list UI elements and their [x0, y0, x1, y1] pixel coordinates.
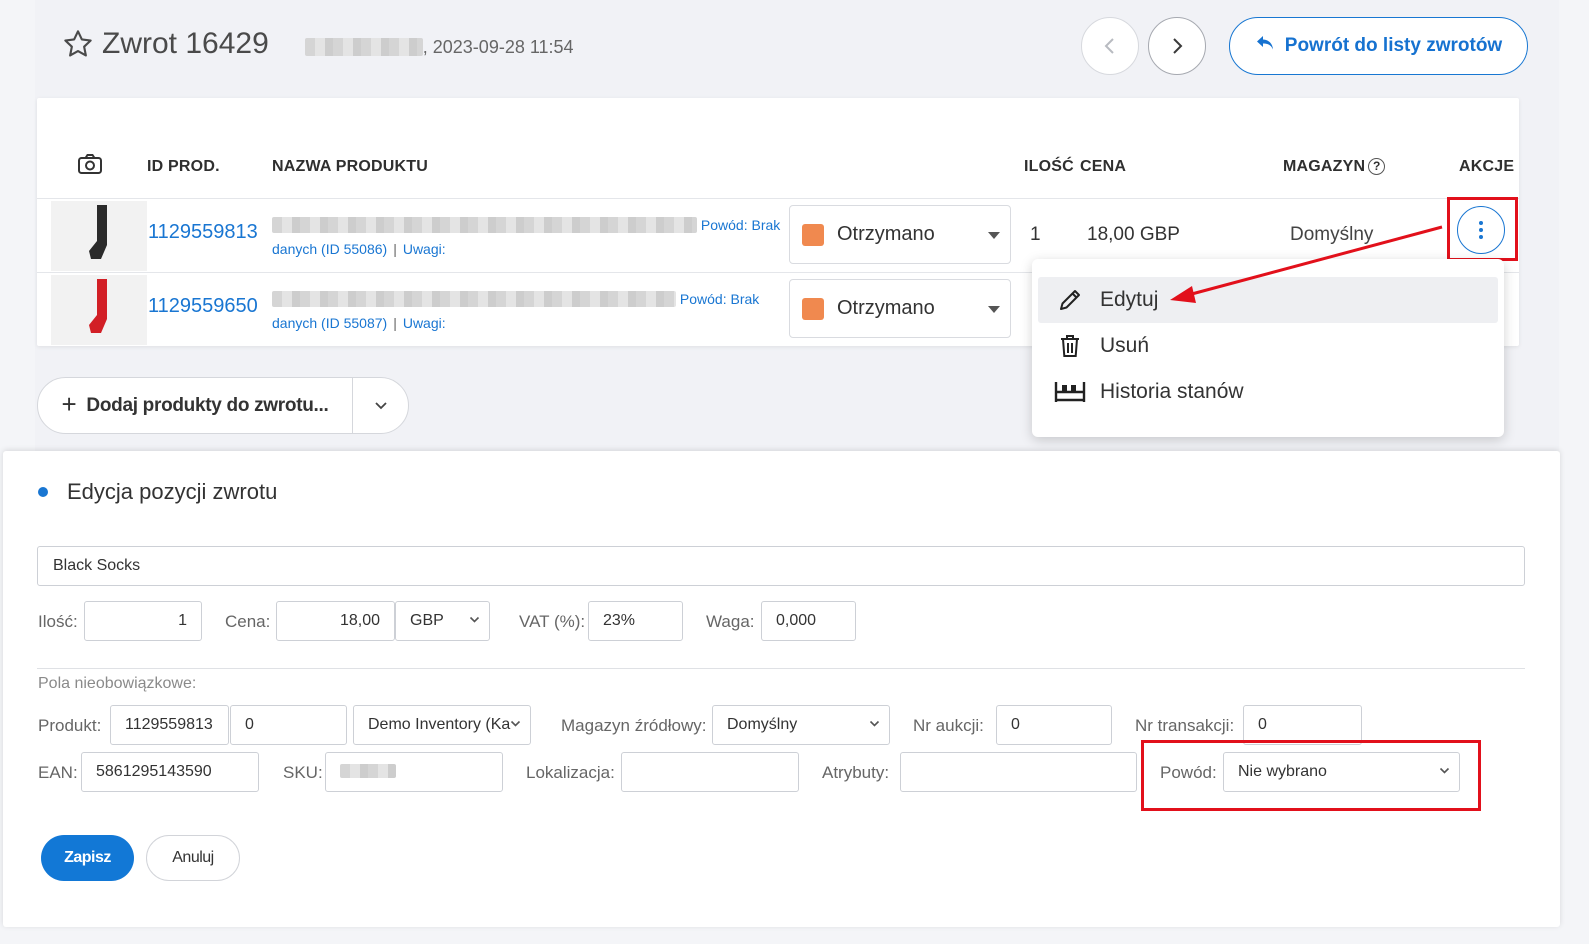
product-name: Powód: Brak danych (ID 55087) | Uwagi:	[272, 291, 760, 331]
warehouse-cell: Domyślny	[1290, 224, 1374, 245]
weight-input[interactable]: 0,000	[761, 601, 856, 641]
divider	[37, 668, 1525, 669]
product-thumbnail[interactable]	[51, 275, 147, 345]
blurred-sku	[340, 764, 396, 778]
attributes-input[interactable]	[900, 752, 1137, 792]
column-qty: ILOŚĆ	[1024, 158, 1074, 175]
price-label: Cena:	[225, 612, 271, 631]
product-id-link[interactable]: 1129559813	[148, 221, 258, 244]
highlight-box-actions	[1447, 197, 1518, 261]
ean-input[interactable]: 5861295143590	[81, 752, 259, 792]
edit-item-panel: Edycja pozycji zwrotu Black Socks Ilość:…	[3, 451, 1560, 927]
menu-item-history[interactable]: Historia stanów	[1038, 369, 1498, 415]
price-cell: 18,00 GBP	[1087, 224, 1180, 245]
save-button[interactable]: Zapisz	[41, 835, 134, 881]
currency-select[interactable]: GBP	[395, 601, 490, 641]
menu-item-delete[interactable]: Usuń	[1038, 323, 1498, 369]
next-button[interactable]	[1148, 17, 1206, 75]
location-label: Lokalizacja:	[526, 763, 615, 782]
history-icon	[1052, 380, 1088, 404]
source-warehouse-label: Magazyn źródłowy:	[561, 716, 707, 735]
vat-input[interactable]: 23%	[588, 601, 683, 641]
transaction-input[interactable]: 0	[1243, 705, 1362, 745]
auction-input[interactable]: 0	[996, 705, 1112, 745]
product-name-input[interactable]: Black Socks	[37, 546, 1525, 586]
reply-arrow-icon	[1255, 34, 1275, 58]
quantity-cell: 1	[1030, 224, 1041, 245]
page-title: Zwrot 16429	[102, 27, 269, 60]
blurred-customer	[304, 38, 423, 56]
chevron-down-icon	[510, 720, 521, 727]
back-to-list-button[interactable]: Powrót do listy zwrotów	[1229, 17, 1528, 75]
add-products-dropdown-toggle[interactable]	[353, 401, 408, 410]
star-icon[interactable]	[62, 28, 94, 60]
status-select[interactable]: Otrzymano	[789, 279, 1011, 338]
source-warehouse-select[interactable]: Domyślny	[712, 705, 890, 745]
sock-image	[89, 205, 107, 259]
product-thumbnail[interactable]	[51, 201, 147, 271]
product-label: Produkt:	[38, 716, 102, 735]
location-input[interactable]	[621, 752, 799, 792]
optional-fields-label: Pola nieobowiązkowe:	[38, 675, 197, 692]
menu-item-edit[interactable]: Edytuj	[1038, 277, 1498, 323]
blurred-product-name	[272, 217, 697, 233]
add-products-button-group: + Dodaj produkty do zwrotu...	[37, 377, 409, 434]
column-name: NAZWA PRODUKTU	[272, 158, 428, 175]
product-id-input[interactable]: 1129559813	[110, 705, 229, 745]
previous-button[interactable]	[1081, 17, 1139, 75]
highlight-box-reason	[1141, 740, 1481, 811]
auction-label: Nr aukcji:	[913, 716, 984, 735]
page-header: Zwrot 16429 , 2023-09-28 11:54	[62, 24, 574, 64]
sock-image	[89, 279, 107, 333]
trash-icon	[1052, 333, 1088, 359]
caret-down-icon	[988, 232, 1000, 239]
attributes-label: Atrybuty:	[822, 763, 890, 782]
status-color	[802, 297, 824, 320]
product-id-link[interactable]: 1129559650	[148, 295, 258, 318]
plus-icon: +	[61, 389, 77, 419]
ean-label: EAN:	[38, 763, 78, 782]
status-select[interactable]: Otrzymano	[789, 205, 1011, 264]
camera-icon	[77, 153, 103, 180]
column-price: CENA	[1080, 158, 1127, 175]
dot-icon	[38, 487, 48, 497]
qty-input[interactable]: 1	[84, 601, 202, 641]
sku-input[interactable]	[325, 752, 503, 792]
chevron-down-icon	[374, 402, 387, 410]
status-color	[802, 223, 824, 246]
weight-label: Waga:	[706, 612, 755, 631]
column-actions: AKCJE	[1459, 158, 1515, 175]
column-id: ID PROD.	[147, 158, 220, 175]
return-date: , 2023-09-28 11:54	[304, 31, 574, 58]
help-icon[interactable]: ?	[1368, 158, 1386, 175]
chevron-down-icon	[869, 720, 880, 727]
actions-dropdown-menu: Edytuj Usuń Historia stanów	[1032, 259, 1504, 437]
add-products-button[interactable]: + Dodaj produkty do zwrotu...	[38, 378, 353, 433]
product-name: Powód: Brak danych (ID 55086) | Uwagi:	[272, 217, 781, 257]
blurred-product-name	[272, 291, 676, 307]
vat-label: VAT (%):	[519, 612, 586, 631]
panel-title: Edycja pozycji zwrotu	[38, 479, 277, 505]
cancel-button[interactable]: Anuluj	[146, 835, 240, 881]
pencil-icon	[1052, 287, 1088, 313]
qty-label: Ilość:	[38, 612, 78, 631]
inventory-select[interactable]: Demo Inventory (Ka	[353, 705, 531, 745]
transaction-label: Nr transakcji:	[1135, 716, 1235, 735]
sku-label: SKU:	[283, 763, 323, 782]
column-warehouse: MAGAZYN?	[1283, 158, 1386, 176]
chevron-down-icon	[469, 616, 480, 623]
price-input[interactable]: 18,00	[276, 601, 395, 641]
variant-id-input[interactable]: 0	[230, 705, 347, 745]
caret-down-icon	[988, 306, 1000, 313]
